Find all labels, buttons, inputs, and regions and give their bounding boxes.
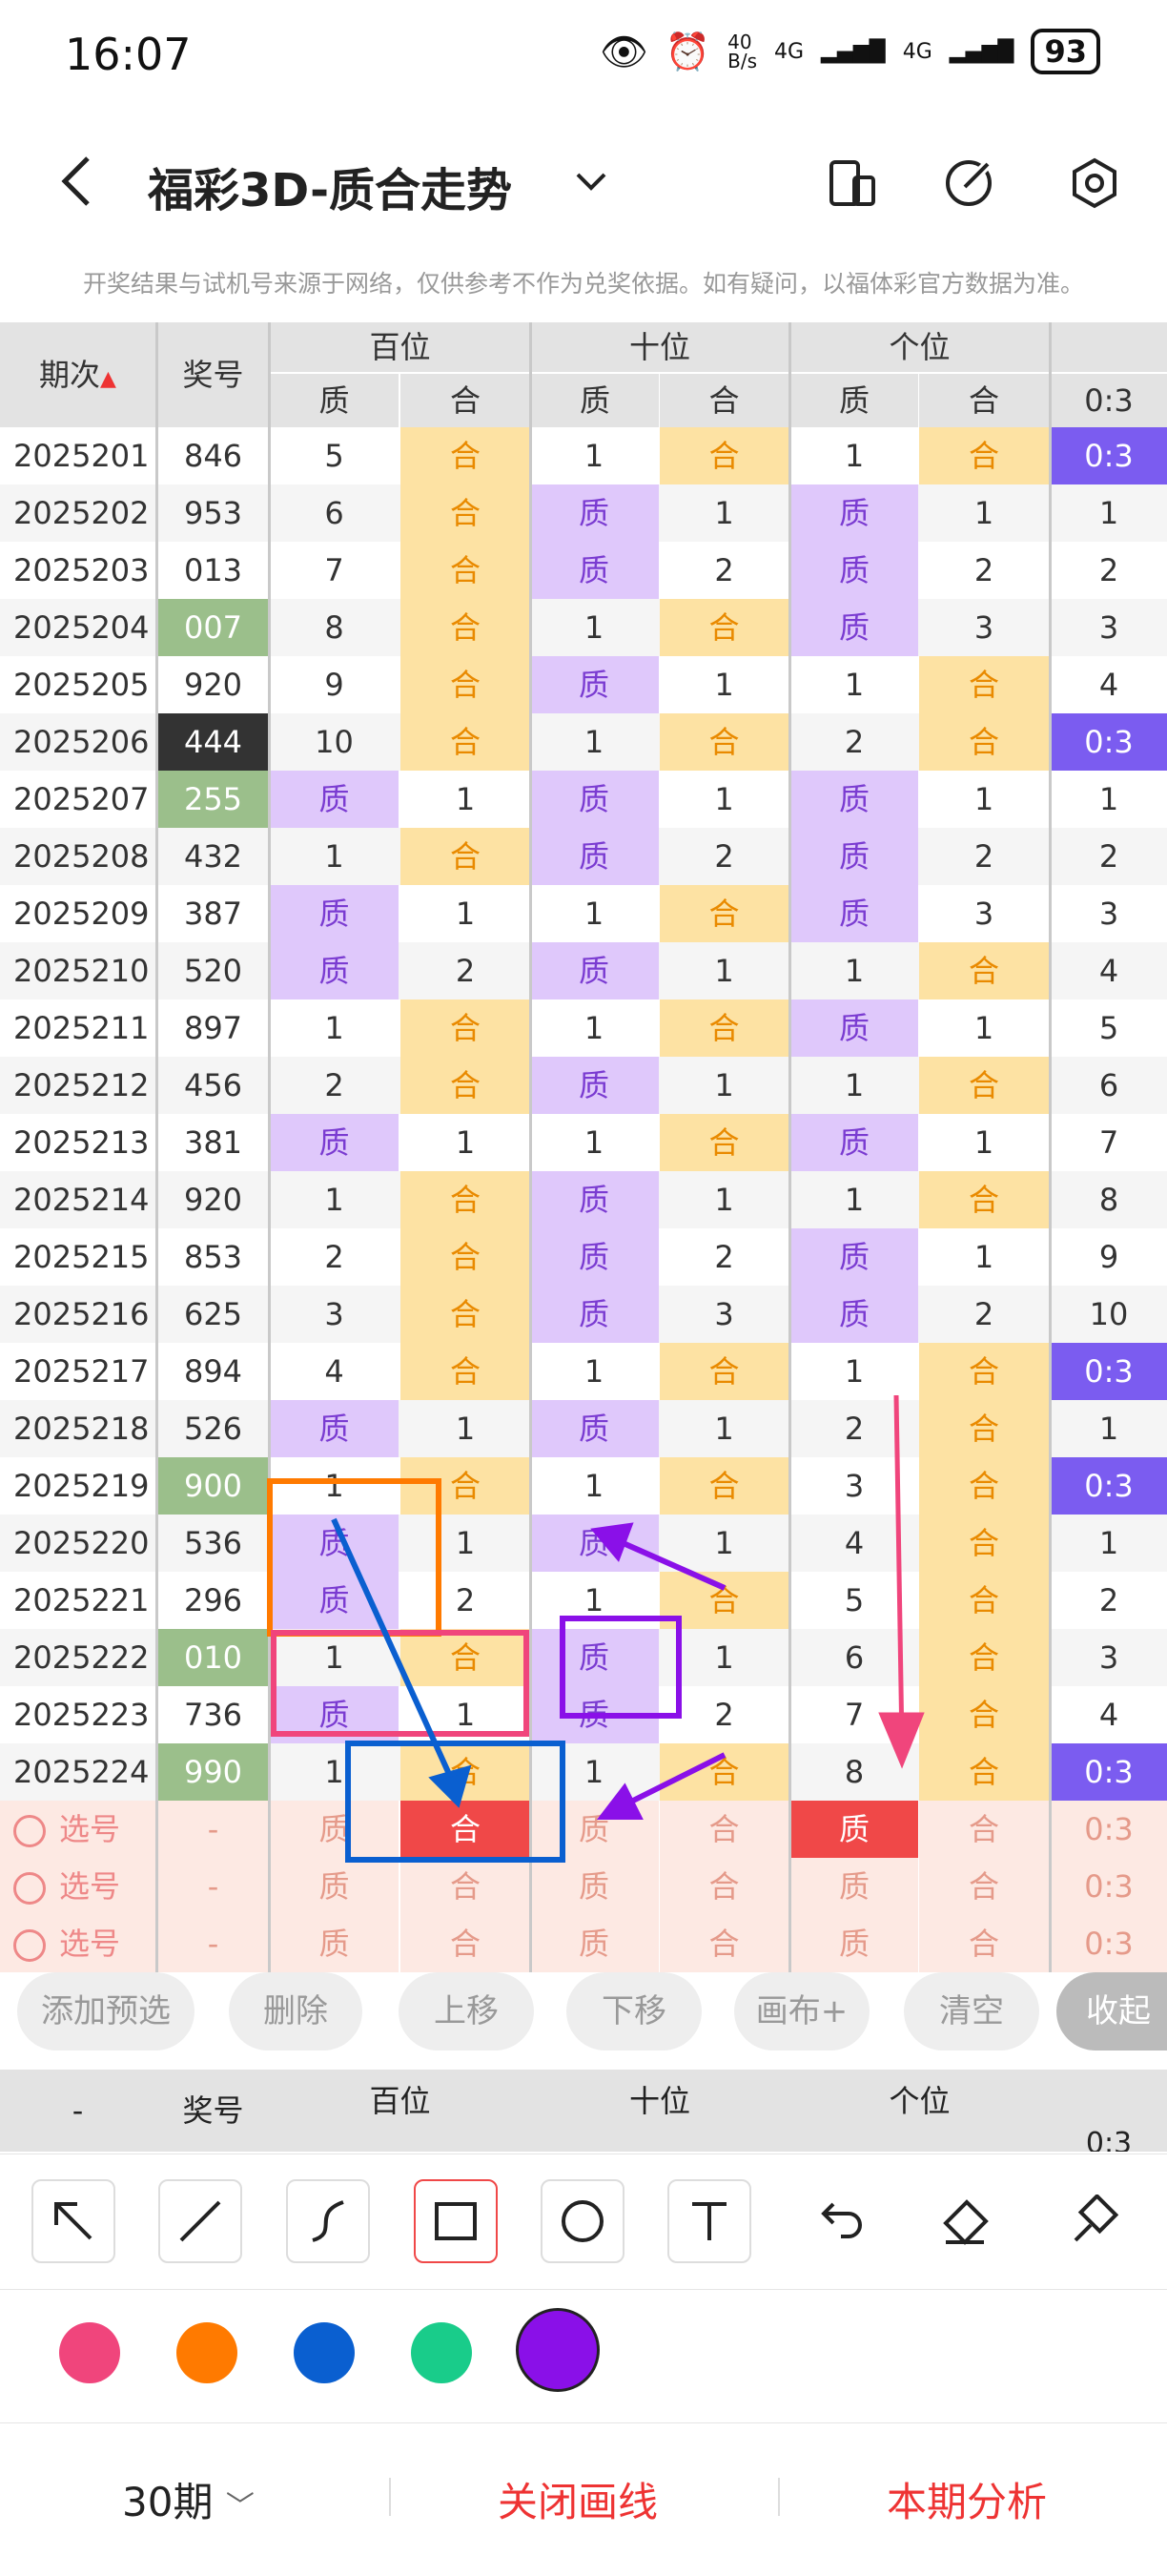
blue-arrow[interactable]	[331, 1517, 472, 1808]
period-analysis-button[interactable]: 本期分析	[887, 2470, 1047, 2528]
rectangle-tool[interactable]	[414, 2179, 498, 2263]
divider	[778, 2478, 780, 2516]
secondary-dash: -	[72, 2092, 84, 2129]
select-arrow-tool[interactable]	[31, 2179, 115, 2263]
curve-icon	[312, 2200, 344, 2242]
circle-icon	[562, 2200, 604, 2242]
color-purple-selected[interactable]	[516, 2308, 600, 2392]
circle-tool[interactable]	[541, 2179, 624, 2263]
close-drawing-button[interactable]: 关闭画线	[498, 2470, 658, 2528]
rectangle-icon	[435, 2202, 477, 2240]
purple-arrow-1[interactable]	[590, 1522, 727, 1591]
clear-brush-tool[interactable]	[1053, 2179, 1136, 2263]
undo-tool[interactable]	[797, 2179, 881, 2263]
secondary-header: - 奖号 百位 十位 个位 0:3	[0, 2070, 1167, 2152]
text-icon	[692, 2202, 727, 2240]
secondary-number: 奖号	[182, 2092, 244, 2129]
secondary-ge: 个位	[889, 2083, 951, 2119]
color-green[interactable]	[411, 2322, 472, 2383]
text-tool[interactable]	[667, 2179, 751, 2263]
eraser-tool[interactable]	[923, 2179, 1007, 2263]
brush-icon	[1074, 2195, 1119, 2242]
action-button-1[interactable]: 删除	[229, 1972, 362, 2050]
secondary-shi: 十位	[628, 2083, 690, 2119]
purple-rectangle[interactable]	[560, 1616, 682, 1719]
curve-tool[interactable]	[286, 2179, 370, 2263]
purple-arrow-2[interactable]	[596, 1752, 727, 1820]
period-label: 30期	[122, 2479, 214, 2525]
chevron-down-icon: ﹀	[225, 2490, 255, 2524]
line-tool[interactable]	[158, 2179, 242, 2263]
action-button-3[interactable]: 下移	[566, 1972, 702, 2050]
action-button-0[interactable]: 添加预选	[17, 1972, 194, 2050]
action-button-4[interactable]: 画布+	[734, 1972, 870, 2050]
pink-rectangle[interactable]	[271, 1630, 529, 1737]
color-blue[interactable]	[294, 2322, 355, 2383]
color-orange[interactable]	[176, 2322, 237, 2383]
action-button-2[interactable]: 上移	[399, 1972, 534, 2050]
pink-arrow[interactable]	[878, 1394, 925, 1769]
orange-rectangle[interactable]	[267, 1478, 441, 1637]
eraser-icon	[943, 2199, 989, 2245]
action-button-5[interactable]: 清空	[904, 1972, 1039, 2050]
period-selector[interactable]: 30期 ﹀	[122, 2470, 255, 2528]
secondary-ratio: 0:3	[1085, 2127, 1133, 2152]
action-button-6[interactable]: 收起	[1056, 1972, 1167, 2050]
secondary-bai: 百位	[369, 2083, 431, 2119]
undo-icon	[821, 2202, 862, 2238]
arrow-pointer-icon	[54, 2202, 92, 2240]
divider	[389, 2478, 391, 2516]
color-pink[interactable]	[59, 2322, 120, 2383]
line-icon	[179, 2200, 221, 2242]
